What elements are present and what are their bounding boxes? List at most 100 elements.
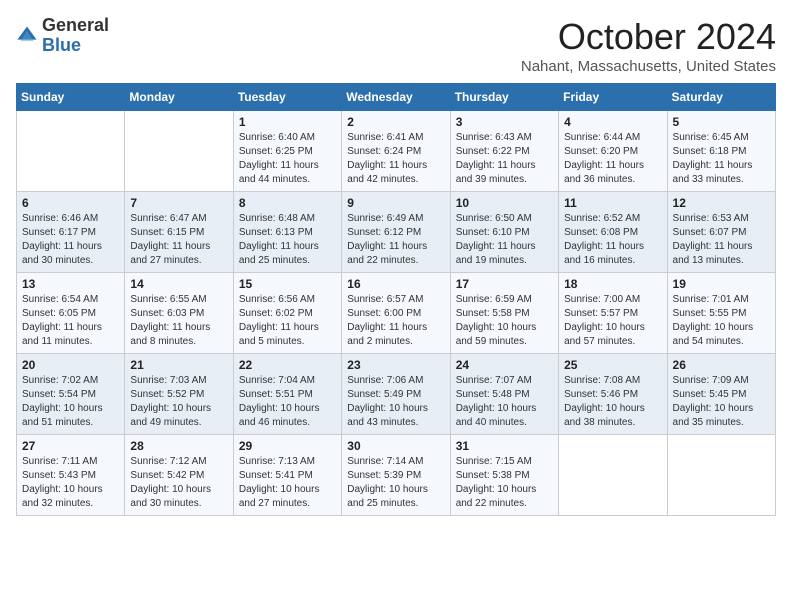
calendar-cell: 9 Sunrise: 6:49 AMSunset: 6:12 PMDaylight…	[342, 192, 450, 273]
location-title: Nahant, Massachusetts, United States	[521, 58, 776, 75]
calendar-cell: 6Sunrise: 6:46 AMSunset: 6:17 PMDaylight…	[17, 192, 125, 273]
day-info: Sunrise: 7:01 AMSunset: 5:55 PMDaylight:…	[673, 293, 770, 349]
calendar-cell: 21 Sunrise: 7:03 AMSunset: 5:52 PMDayligh…	[125, 354, 233, 435]
day-number: 18	[564, 277, 661, 291]
day-number: 17	[456, 277, 553, 291]
day-info: Sunrise: 7:09 AMSunset: 5:45 PMDaylight:…	[673, 374, 770, 430]
calendar-cell: 2 Sunrise: 6:41 AMSunset: 6:24 PMDaylight…	[342, 111, 450, 192]
day-info: Sunrise: 6:45 AMSunset: 6:18 PMDaylight:…	[673, 131, 770, 187]
day-info: Sunrise: 7:08 AMSunset: 5:46 PMDaylight:…	[564, 374, 661, 430]
calendar-cell: 18 Sunrise: 7:00 AMSunset: 5:57 PMDayligh…	[559, 273, 667, 354]
day-info: Sunrise: 6:46 AMSunset: 6:17 PMDaylight:…	[22, 212, 119, 268]
day-number: 28	[130, 439, 227, 453]
day-info: Sunrise: 7:04 AMSunset: 5:51 PMDaylight:…	[239, 374, 336, 430]
logo-icon	[16, 25, 38, 47]
day-number: 31	[456, 439, 553, 453]
calendar-week-row: 6Sunrise: 6:46 AMSunset: 6:17 PMDaylight…	[17, 192, 776, 273]
day-number: 2	[347, 115, 444, 129]
day-info: Sunrise: 6:59 AMSunset: 5:58 PMDaylight:…	[456, 293, 553, 349]
day-info: Sunrise: 6:47 AMSunset: 6:15 PMDaylight:…	[130, 212, 227, 268]
calendar-cell: 5Sunrise: 6:45 AMSunset: 6:18 PMDaylight…	[667, 111, 775, 192]
calendar-cell: 27Sunrise: 7:11 AMSunset: 5:43 PMDayligh…	[17, 435, 125, 516]
calendar-cell: 14Sunrise: 6:55 AMSunset: 6:03 PMDayligh…	[125, 273, 233, 354]
day-info: Sunrise: 7:11 AMSunset: 5:43 PMDaylight:…	[22, 455, 119, 511]
calendar-cell: 13 Sunrise: 6:54 AMSunset: 6:05 PMDayligh…	[17, 273, 125, 354]
calendar-cell: 23Sunrise: 7:06 AMSunset: 5:49 PMDayligh…	[342, 354, 450, 435]
logo-blue-text: Blue	[42, 36, 109, 56]
calendar-cell	[125, 111, 233, 192]
day-number: 21	[130, 358, 227, 372]
calendar-cell: 10 Sunrise: 6:50 AMSunset: 6:10 PMDayligh…	[450, 192, 558, 273]
day-info: Sunrise: 6:54 AMSunset: 6:05 PMDaylight:…	[22, 293, 119, 349]
day-info: Sunrise: 6:40 AMSunset: 6:25 PMDaylight:…	[239, 131, 336, 187]
day-number: 30	[347, 439, 444, 453]
calendar-cell: 29 Sunrise: 7:13 AMSunset: 5:41 PMDayligh…	[233, 435, 341, 516]
logo: General Blue	[16, 16, 109, 56]
day-number: 16	[347, 277, 444, 291]
day-number: 12	[673, 196, 770, 210]
weekday-header: Tuesday	[233, 84, 341, 111]
day-info: Sunrise: 6:52 AMSunset: 6:08 PMDaylight:…	[564, 212, 661, 268]
page-header: General Blue October 2024 Nahant, Massac…	[16, 16, 776, 75]
calendar-cell: 19 Sunrise: 7:01 AMSunset: 5:55 PMDayligh…	[667, 273, 775, 354]
day-number: 25	[564, 358, 661, 372]
day-info: Sunrise: 7:14 AMSunset: 5:39 PMDaylight:…	[347, 455, 444, 511]
calendar-cell: 4Sunrise: 6:44 AMSunset: 6:20 PMDaylight…	[559, 111, 667, 192]
weekday-header: Saturday	[667, 84, 775, 111]
calendar-cell	[559, 435, 667, 516]
day-number: 24	[456, 358, 553, 372]
day-info: Sunrise: 7:12 AMSunset: 5:42 PMDaylight:…	[130, 455, 227, 511]
day-number: 15	[239, 277, 336, 291]
calendar-cell: 15Sunrise: 6:56 AMSunset: 6:02 PMDayligh…	[233, 273, 341, 354]
day-number: 13	[22, 277, 119, 291]
day-info: Sunrise: 6:50 AMSunset: 6:10 PMDaylight:…	[456, 212, 553, 268]
calendar-week-row: 13 Sunrise: 6:54 AMSunset: 6:05 PMDayligh…	[17, 273, 776, 354]
day-number: 19	[673, 277, 770, 291]
calendar-cell: 28 Sunrise: 7:12 AMSunset: 5:42 PMDayligh…	[125, 435, 233, 516]
day-info: Sunrise: 7:06 AMSunset: 5:49 PMDaylight:…	[347, 374, 444, 430]
day-number: 22	[239, 358, 336, 372]
weekday-header: Friday	[559, 84, 667, 111]
calendar-cell	[667, 435, 775, 516]
calendar-header-row: SundayMondayTuesdayWednesdayThursdayFrid…	[17, 84, 776, 111]
calendar-cell: 12Sunrise: 6:53 AMSunset: 6:07 PMDayligh…	[667, 192, 775, 273]
weekday-header: Monday	[125, 84, 233, 111]
calendar-cell: 25 Sunrise: 7:08 AMSunset: 5:46 PMDayligh…	[559, 354, 667, 435]
day-info: Sunrise: 7:07 AMSunset: 5:48 PMDaylight:…	[456, 374, 553, 430]
day-number: 8	[239, 196, 336, 210]
calendar-cell: 30 Sunrise: 7:14 AMSunset: 5:39 PMDayligh…	[342, 435, 450, 516]
weekday-header: Sunday	[17, 84, 125, 111]
day-number: 14	[130, 277, 227, 291]
calendar-week-row: 27Sunrise: 7:11 AMSunset: 5:43 PMDayligh…	[17, 435, 776, 516]
day-number: 4	[564, 115, 661, 129]
day-number: 9	[347, 196, 444, 210]
weekday-header: Thursday	[450, 84, 558, 111]
calendar-week-row: 20Sunrise: 7:02 AMSunset: 5:54 PMDayligh…	[17, 354, 776, 435]
calendar-cell: 24 Sunrise: 7:07 AMSunset: 5:48 PMDayligh…	[450, 354, 558, 435]
weekday-header: Wednesday	[342, 84, 450, 111]
day-info: Sunrise: 7:13 AMSunset: 5:41 PMDaylight:…	[239, 455, 336, 511]
day-number: 7	[130, 196, 227, 210]
calendar-cell: 11 Sunrise: 6:52 AMSunset: 6:08 PMDayligh…	[559, 192, 667, 273]
calendar-cell: 17 Sunrise: 6:59 AMSunset: 5:58 PMDayligh…	[450, 273, 558, 354]
calendar-table: SundayMondayTuesdayWednesdayThursdayFrid…	[16, 83, 776, 516]
day-number: 20	[22, 358, 119, 372]
day-number: 10	[456, 196, 553, 210]
day-number: 11	[564, 196, 661, 210]
day-info: Sunrise: 7:00 AMSunset: 5:57 PMDaylight:…	[564, 293, 661, 349]
day-number: 3	[456, 115, 553, 129]
day-number: 26	[673, 358, 770, 372]
day-number: 1	[239, 115, 336, 129]
calendar-cell: 16 Sunrise: 6:57 AMSunset: 6:00 PMDayligh…	[342, 273, 450, 354]
day-info: Sunrise: 6:41 AMSunset: 6:24 PMDaylight:…	[347, 131, 444, 187]
day-info: Sunrise: 7:15 AMSunset: 5:38 PMDaylight:…	[456, 455, 553, 511]
day-info: Sunrise: 6:57 AMSunset: 6:00 PMDaylight:…	[347, 293, 444, 349]
calendar-cell: 1 Sunrise: 6:40 AMSunset: 6:25 PMDaylight…	[233, 111, 341, 192]
day-number: 29	[239, 439, 336, 453]
calendar-cell: 3Sunrise: 6:43 AMSunset: 6:22 PMDaylight…	[450, 111, 558, 192]
day-info: Sunrise: 7:03 AMSunset: 5:52 PMDaylight:…	[130, 374, 227, 430]
day-info: Sunrise: 6:49 AMSunset: 6:12 PMDaylight:…	[347, 212, 444, 268]
title-area: October 2024 Nahant, Massachusetts, Unit…	[521, 16, 776, 75]
calendar-week-row: 1 Sunrise: 6:40 AMSunset: 6:25 PMDaylight…	[17, 111, 776, 192]
month-title: October 2024	[521, 16, 776, 58]
